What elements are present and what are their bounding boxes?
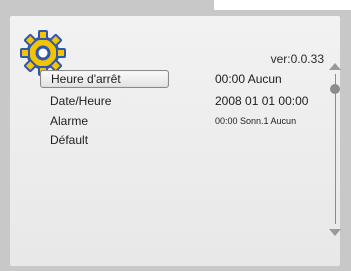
menu-item-label: Date/Heure [50, 94, 112, 108]
scrollbar-track[interactable] [335, 74, 336, 224]
scroll-up-icon[interactable] [329, 63, 341, 70]
frame-edge [214, 0, 351, 10]
menu-item-heure-arret[interactable]: Heure d'arrêt [40, 70, 169, 88]
menu-item-label: Alarme [50, 114, 89, 128]
menu-item-label: Défault [50, 133, 89, 147]
menu-item-alarme[interactable]: Alarme [40, 113, 168, 129]
scroll-down-icon[interactable] [329, 229, 341, 236]
menu-item-label: Heure d'arrêt [51, 72, 121, 86]
menu-value-heure-arret: 00:00 Aucun [215, 72, 282, 86]
scrollbar-thumb[interactable] [330, 84, 340, 94]
menu-value-alarme: 00:00 Sonn.1 Aucun [215, 116, 297, 126]
menu-value-date-heure: 2008 01 01 00:00 [215, 94, 309, 108]
menu-item-default[interactable]: Défault [40, 132, 168, 148]
menu-item-date-heure[interactable]: Date/Heure [40, 93, 168, 109]
version-label: ver:0.0.33 [270, 52, 324, 66]
